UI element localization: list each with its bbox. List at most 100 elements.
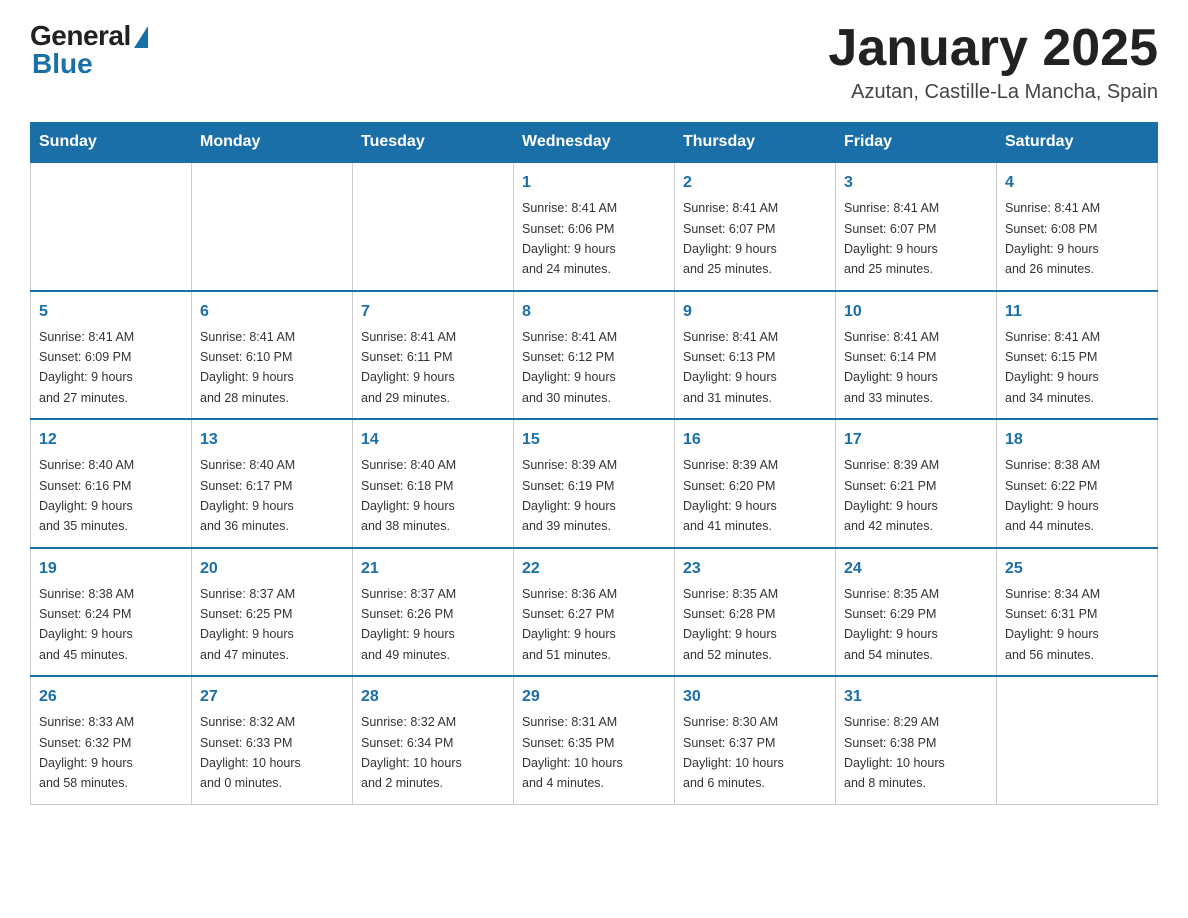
calendar-cell xyxy=(353,162,514,291)
day-info: Sunrise: 8:29 AM Sunset: 6:38 PM Dayligh… xyxy=(844,715,945,790)
calendar-cell: 21 Sunrise: 8:37 AM Sunset: 6:26 PM Dayli… xyxy=(353,548,514,677)
day-info: Sunrise: 8:40 AM Sunset: 6:17 PM Dayligh… xyxy=(200,458,295,533)
calendar-cell xyxy=(997,676,1158,804)
calendar-cell: 9 Sunrise: 8:41 AM Sunset: 6:13 PM Daylig… xyxy=(675,291,836,420)
day-info: Sunrise: 8:41 AM Sunset: 6:14 PM Dayligh… xyxy=(844,330,939,405)
month-title: January 2025 xyxy=(828,20,1158,77)
day-of-week-header: Saturday xyxy=(997,123,1158,163)
day-number: 8 xyxy=(522,300,666,324)
day-of-week-header: Monday xyxy=(192,123,353,163)
day-info: Sunrise: 8:32 AM Sunset: 6:33 PM Dayligh… xyxy=(200,715,301,790)
day-number: 10 xyxy=(844,300,988,324)
day-info: Sunrise: 8:39 AM Sunset: 6:21 PM Dayligh… xyxy=(844,458,939,533)
day-of-week-header: Sunday xyxy=(31,123,192,163)
day-number: 14 xyxy=(361,428,505,452)
day-of-week-header: Wednesday xyxy=(514,123,675,163)
day-info: Sunrise: 8:30 AM Sunset: 6:37 PM Dayligh… xyxy=(683,715,784,790)
location-text: Azutan, Castille-La Mancha, Spain xyxy=(828,81,1158,104)
day-info: Sunrise: 8:41 AM Sunset: 6:07 PM Dayligh… xyxy=(683,201,778,276)
day-number: 6 xyxy=(200,300,344,324)
day-number: 9 xyxy=(683,300,827,324)
day-number: 1 xyxy=(522,171,666,195)
calendar-cell: 2 Sunrise: 8:41 AM Sunset: 6:07 PM Daylig… xyxy=(675,162,836,291)
calendar-cell: 6 Sunrise: 8:41 AM Sunset: 6:10 PM Daylig… xyxy=(192,291,353,420)
day-number: 18 xyxy=(1005,428,1149,452)
day-info: Sunrise: 8:33 AM Sunset: 6:32 PM Dayligh… xyxy=(39,715,134,790)
calendar-cell: 23 Sunrise: 8:35 AM Sunset: 6:28 PM Dayli… xyxy=(675,548,836,677)
calendar-cell: 17 Sunrise: 8:39 AM Sunset: 6:21 PM Dayli… xyxy=(836,419,997,548)
day-number: 20 xyxy=(200,557,344,581)
calendar-cell: 15 Sunrise: 8:39 AM Sunset: 6:19 PM Dayli… xyxy=(514,419,675,548)
calendar-cell: 16 Sunrise: 8:39 AM Sunset: 6:20 PM Dayli… xyxy=(675,419,836,548)
calendar-week-row: 19 Sunrise: 8:38 AM Sunset: 6:24 PM Dayli… xyxy=(31,548,1158,677)
day-info: Sunrise: 8:37 AM Sunset: 6:26 PM Dayligh… xyxy=(361,587,456,662)
calendar-cell: 25 Sunrise: 8:34 AM Sunset: 6:31 PM Dayli… xyxy=(997,548,1158,677)
day-number: 12 xyxy=(39,428,183,452)
day-info: Sunrise: 8:41 AM Sunset: 6:07 PM Dayligh… xyxy=(844,201,939,276)
day-number: 29 xyxy=(522,685,666,709)
day-info: Sunrise: 8:35 AM Sunset: 6:28 PM Dayligh… xyxy=(683,587,778,662)
day-number: 3 xyxy=(844,171,988,195)
calendar-cell: 20Sunrise: 8:37 AM Sunset: 6:25 PM Dayli… xyxy=(192,548,353,677)
day-number: 2 xyxy=(683,171,827,195)
day-number: 19 xyxy=(39,557,183,581)
calendar-cell: 19 Sunrise: 8:38 AM Sunset: 6:24 PM Dayli… xyxy=(31,548,192,677)
logo-triangle-icon xyxy=(134,26,148,48)
day-number: 4 xyxy=(1005,171,1149,195)
calendar-cell: 26 Sunrise: 8:33 AM Sunset: 6:32 PM Dayli… xyxy=(31,676,192,804)
day-number: 16 xyxy=(683,428,827,452)
calendar-cell: 7 Sunrise: 8:41 AM Sunset: 6:11 PM Daylig… xyxy=(353,291,514,420)
day-number: 28 xyxy=(361,685,505,709)
day-info: Sunrise: 8:32 AM Sunset: 6:34 PM Dayligh… xyxy=(361,715,462,790)
day-number: 15 xyxy=(522,428,666,452)
calendar-week-row: 12 Sunrise: 8:40 AM Sunset: 6:16 PM Dayli… xyxy=(31,419,1158,548)
day-info: Sunrise: 8:35 AM Sunset: 6:29 PM Dayligh… xyxy=(844,587,939,662)
day-info: Sunrise: 8:40 AM Sunset: 6:16 PM Dayligh… xyxy=(39,458,134,533)
day-number: 31 xyxy=(844,685,988,709)
calendar-week-row: 26 Sunrise: 8:33 AM Sunset: 6:32 PM Dayli… xyxy=(31,676,1158,804)
calendar-cell: 10 Sunrise: 8:41 AM Sunset: 6:14 PM Dayli… xyxy=(836,291,997,420)
calendar-cell: 24Sunrise: 8:35 AM Sunset: 6:29 PM Dayli… xyxy=(836,548,997,677)
calendar-cell: 18Sunrise: 8:38 AM Sunset: 6:22 PM Dayli… xyxy=(997,419,1158,548)
day-of-week-header: Friday xyxy=(836,123,997,163)
calendar-cell: 3 Sunrise: 8:41 AM Sunset: 6:07 PM Daylig… xyxy=(836,162,997,291)
calendar-cell: 12 Sunrise: 8:40 AM Sunset: 6:16 PM Dayli… xyxy=(31,419,192,548)
calendar-cell: 29 Sunrise: 8:31 AM Sunset: 6:35 PM Dayli… xyxy=(514,676,675,804)
day-number: 7 xyxy=(361,300,505,324)
calendar-cell: 8 Sunrise: 8:41 AM Sunset: 6:12 PM Daylig… xyxy=(514,291,675,420)
day-info: Sunrise: 8:39 AM Sunset: 6:20 PM Dayligh… xyxy=(683,458,778,533)
day-number: 25 xyxy=(1005,557,1149,581)
calendar-week-row: 1Sunrise: 8:41 AM Sunset: 6:06 PM Daylig… xyxy=(31,162,1158,291)
calendar-cell: 5Sunrise: 8:41 AM Sunset: 6:09 PM Daylig… xyxy=(31,291,192,420)
page-header: General Blue January 2025 Azutan, Castil… xyxy=(30,20,1158,104)
calendar-cell: 4 Sunrise: 8:41 AM Sunset: 6:08 PM Daylig… xyxy=(997,162,1158,291)
day-number: 11 xyxy=(1005,300,1149,324)
day-info: Sunrise: 8:39 AM Sunset: 6:19 PM Dayligh… xyxy=(522,458,617,533)
day-info: Sunrise: 8:41 AM Sunset: 6:08 PM Dayligh… xyxy=(1005,201,1100,276)
calendar-cell: 28 Sunrise: 8:32 AM Sunset: 6:34 PM Dayli… xyxy=(353,676,514,804)
title-section: January 2025 Azutan, Castille-La Mancha,… xyxy=(828,20,1158,104)
calendar-cell: 13Sunrise: 8:40 AM Sunset: 6:17 PM Dayli… xyxy=(192,419,353,548)
day-info: Sunrise: 8:41 AM Sunset: 6:10 PM Dayligh… xyxy=(200,330,295,405)
day-info: Sunrise: 8:41 AM Sunset: 6:11 PM Dayligh… xyxy=(361,330,456,405)
day-number: 5 xyxy=(39,300,183,324)
day-of-week-header: Thursday xyxy=(675,123,836,163)
day-info: Sunrise: 8:34 AM Sunset: 6:31 PM Dayligh… xyxy=(1005,587,1100,662)
calendar-cell: 31 Sunrise: 8:29 AM Sunset: 6:38 PM Dayli… xyxy=(836,676,997,804)
day-number: 26 xyxy=(39,685,183,709)
day-info: Sunrise: 8:31 AM Sunset: 6:35 PM Dayligh… xyxy=(522,715,623,790)
calendar-week-row: 5Sunrise: 8:41 AM Sunset: 6:09 PM Daylig… xyxy=(31,291,1158,420)
logo: General Blue xyxy=(30,20,148,80)
calendar-cell xyxy=(31,162,192,291)
day-info: Sunrise: 8:40 AM Sunset: 6:18 PM Dayligh… xyxy=(361,458,456,533)
day-info: Sunrise: 8:41 AM Sunset: 6:13 PM Dayligh… xyxy=(683,330,778,405)
day-number: 23 xyxy=(683,557,827,581)
day-number: 21 xyxy=(361,557,505,581)
day-number: 17 xyxy=(844,428,988,452)
day-info: Sunrise: 8:36 AM Sunset: 6:27 PM Dayligh… xyxy=(522,587,617,662)
calendar-cell: 27Sunrise: 8:32 AM Sunset: 6:33 PM Dayli… xyxy=(192,676,353,804)
day-info: Sunrise: 8:41 AM Sunset: 6:12 PM Dayligh… xyxy=(522,330,617,405)
calendar-cell: 11Sunrise: 8:41 AM Sunset: 6:15 PM Dayli… xyxy=(997,291,1158,420)
calendar-cell xyxy=(192,162,353,291)
day-info: Sunrise: 8:38 AM Sunset: 6:24 PM Dayligh… xyxy=(39,587,134,662)
